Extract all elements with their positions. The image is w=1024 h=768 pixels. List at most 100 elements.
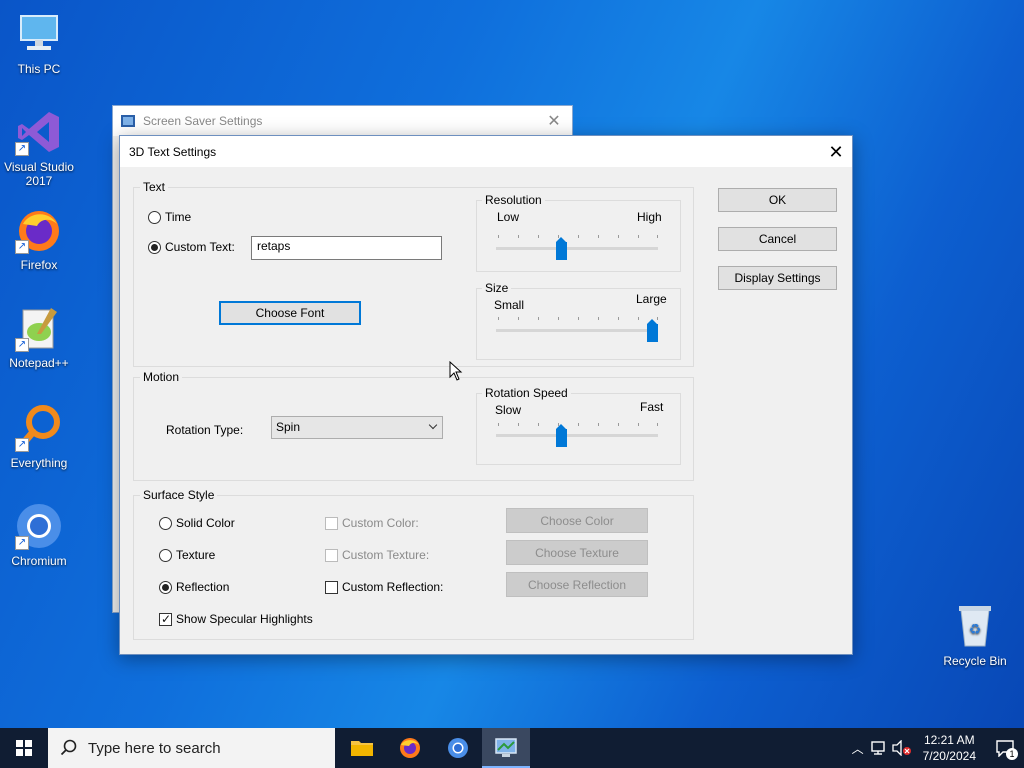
surface-style-legend: Surface Style bbox=[143, 488, 215, 502]
desktop-icon-recycle-bin[interactable]: ♻ Recycle Bin bbox=[936, 602, 1014, 668]
close-icon[interactable]: ✕ bbox=[536, 111, 572, 131]
resolution-ticks bbox=[498, 235, 658, 239]
cancel-button[interactable]: Cancel bbox=[718, 227, 837, 251]
clock-time: 12:21 AM bbox=[923, 733, 975, 747]
size-small-label: Small bbox=[494, 298, 525, 312]
chevron-up-icon[interactable]: ︿ bbox=[847, 740, 869, 757]
custom-text-input[interactable]: retaps bbox=[251, 236, 442, 260]
desktop-icon-visual-studio[interactable]: ↗ Visual Studio 2017 bbox=[0, 108, 78, 188]
reflection-radio[interactable] bbox=[159, 580, 172, 594]
desktop-icon-chromium[interactable]: ↗ Chromium bbox=[0, 502, 78, 568]
ok-button[interactable]: OK bbox=[718, 188, 837, 212]
choose-color-button: Choose Color bbox=[506, 508, 648, 533]
system-tray: ︿ 12:21 AM 7/20/2024 1 bbox=[847, 728, 1024, 768]
shortcut-arrow-icon: ↗ bbox=[15, 240, 29, 254]
chromium-icon: ↗ bbox=[15, 502, 63, 550]
specular-highlights-checkbox[interactable] bbox=[159, 612, 172, 626]
custom-color-checkbox-option: Custom Color: bbox=[325, 516, 419, 530]
resolution-slider-track bbox=[496, 247, 658, 250]
firefox-icon bbox=[400, 738, 420, 758]
custom-text-label: Custom Text: bbox=[165, 240, 235, 254]
desktop-icon-this-pc[interactable]: This PC bbox=[0, 10, 78, 76]
custom-text-radio[interactable] bbox=[148, 240, 161, 254]
solid-color-radio-option[interactable]: Solid Color bbox=[159, 516, 235, 530]
texture-label: Texture bbox=[176, 548, 216, 562]
time-label: Time bbox=[165, 210, 192, 224]
custom-color-label: Custom Color: bbox=[342, 516, 419, 530]
monitor-settings-icon bbox=[495, 738, 517, 757]
notification-center-button[interactable]: 1 bbox=[986, 728, 1024, 768]
taskbar-clock[interactable]: 12:21 AM 7/20/2024 bbox=[913, 732, 986, 764]
size-ticks bbox=[498, 317, 658, 321]
display-settings-button[interactable]: Display Settings bbox=[718, 266, 837, 290]
reflection-radio-option[interactable]: Reflection bbox=[159, 580, 229, 594]
rotation-type-label: Rotation Type: bbox=[166, 423, 244, 437]
choose-texture-button: Choose Texture bbox=[506, 540, 648, 565]
desktop-icon-firefox[interactable]: ↗ Firefox bbox=[0, 206, 78, 272]
custom-text-radio-option[interactable]: Custom Text: bbox=[148, 240, 235, 254]
desktop-icon-label: This PC bbox=[17, 62, 61, 76]
network-icon[interactable] bbox=[869, 740, 891, 756]
size-large-label: Large bbox=[636, 292, 667, 306]
3d-text-settings-dialog: 3D Text Settings ✕ Text Time Custom Text… bbox=[119, 135, 853, 655]
taskbar-display-settings[interactable] bbox=[482, 728, 530, 768]
resolution-high-label: High bbox=[637, 210, 662, 224]
time-radio[interactable] bbox=[148, 210, 161, 224]
resolution-low-label: Low bbox=[497, 210, 520, 224]
taskbar-chromium[interactable] bbox=[434, 728, 482, 768]
start-button[interactable] bbox=[0, 728, 48, 768]
resolution-slider-thumb[interactable] bbox=[556, 237, 568, 260]
desktop-icon-label: Everything bbox=[10, 456, 68, 470]
monitor-icon bbox=[121, 115, 135, 127]
rotation-speed-slider-track bbox=[496, 434, 658, 437]
solid-color-radio[interactable] bbox=[159, 516, 172, 530]
mouse-cursor-icon bbox=[449, 361, 463, 381]
desktop-icon-label: Chromium bbox=[11, 554, 67, 568]
shortcut-arrow-icon: ↗ bbox=[15, 338, 29, 352]
screen-saver-titlebar: Screen Saver Settings ✕ bbox=[113, 106, 572, 136]
search-icon bbox=[60, 739, 77, 756]
texture-radio-option[interactable]: Texture bbox=[159, 548, 215, 562]
custom-reflection-checkbox-option[interactable]: Custom Reflection: bbox=[325, 580, 443, 594]
shortcut-arrow-icon: ↗ bbox=[15, 438, 29, 452]
custom-reflection-label: Custom Reflection: bbox=[342, 580, 444, 594]
folder-icon bbox=[351, 741, 373, 756]
choose-reflection-button: Choose Reflection bbox=[506, 572, 648, 597]
dialog-titlebar: 3D Text Settings ✕ bbox=[120, 136, 852, 167]
visual-studio-icon: ↗ bbox=[15, 108, 63, 156]
window-title: Screen Saver Settings bbox=[143, 114, 263, 128]
rotation-speed-slider-thumb[interactable] bbox=[556, 424, 568, 447]
specular-highlights-checkbox-option[interactable]: Show Specular Highlights bbox=[159, 612, 313, 626]
shortcut-arrow-icon: ↗ bbox=[15, 142, 29, 156]
specular-highlights-label: Show Specular Highlights bbox=[176, 612, 313, 626]
choose-font-button[interactable]: Choose Font bbox=[219, 301, 361, 325]
volume-muted-icon[interactable] bbox=[891, 740, 913, 756]
computer-icon bbox=[15, 10, 63, 58]
close-icon[interactable]: ✕ bbox=[820, 137, 852, 167]
windows-logo-icon bbox=[16, 740, 32, 756]
time-radio-option[interactable]: Time bbox=[148, 210, 191, 224]
taskbar-search-box[interactable]: Type here to search bbox=[48, 728, 335, 768]
solid-color-label: Solid Color bbox=[176, 516, 235, 530]
search-placeholder: Type here to search bbox=[88, 739, 221, 757]
size-legend: Size bbox=[482, 281, 512, 295]
desktop-icon-notepad-plus-plus[interactable]: ↗ Notepad++ bbox=[0, 304, 78, 370]
size-slider-thumb[interactable] bbox=[647, 319, 658, 342]
taskbar-file-explorer[interactable] bbox=[338, 728, 386, 768]
everything-search-icon: ↗ bbox=[15, 404, 63, 452]
rotation-type-dropdown[interactable]: Spin bbox=[271, 416, 443, 439]
recycle-bin-icon: ♻ bbox=[951, 602, 999, 650]
desktop-icon-everything[interactable]: ↗ Everything bbox=[0, 404, 78, 470]
rotation-speed-fast-label: Fast bbox=[640, 400, 664, 414]
desktop-icon-label: Visual Studio 2017 bbox=[4, 160, 74, 188]
desktop-icon-label: Recycle Bin bbox=[943, 654, 1007, 668]
taskbar-firefox[interactable] bbox=[386, 728, 434, 768]
taskbar: Type here to search ︿ 12:21 AM 7/20/2024… bbox=[0, 728, 1024, 768]
texture-radio[interactable] bbox=[159, 548, 172, 562]
custom-texture-checkbox bbox=[325, 548, 338, 562]
custom-color-checkbox bbox=[325, 516, 338, 530]
rotation-speed-slow-label: Slow bbox=[495, 403, 522, 417]
custom-texture-label: Custom Texture: bbox=[342, 548, 430, 562]
custom-reflection-checkbox[interactable] bbox=[325, 580, 338, 594]
svg-text:♻: ♻ bbox=[969, 622, 982, 638]
